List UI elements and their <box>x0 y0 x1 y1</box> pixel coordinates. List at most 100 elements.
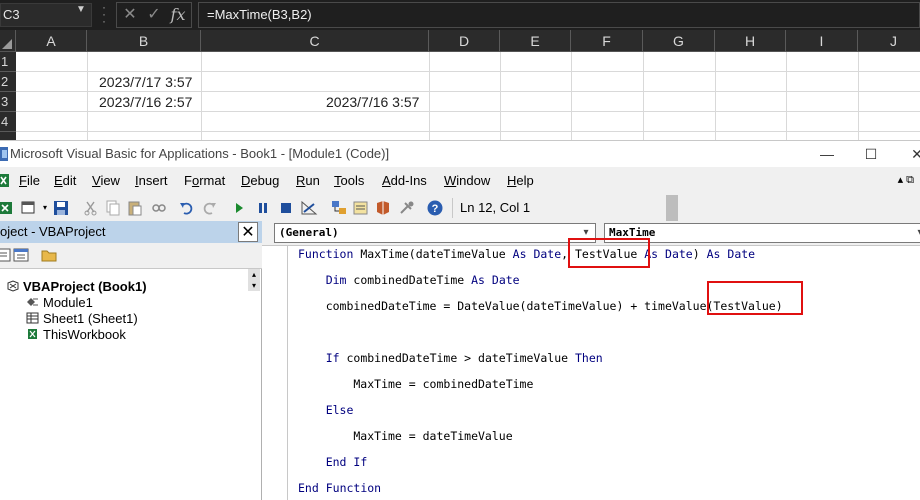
code-margin[interactable] <box>262 246 288 500</box>
highlight-box-argument <box>707 281 803 315</box>
mdi-window-controls[interactable]: ▴ ⧉ <box>898 173 914 187</box>
code-line-8[interactable]: MaxTime = dateTimeValue <box>298 428 512 444</box>
help-icon[interactable]: ? <box>426 199 444 217</box>
standard-toolbar: ▾ ? Ln 12, Col 1 <box>0 195 680 221</box>
cancel-formula-icon[interactable]: ✕ <box>119 5 141 25</box>
menu-help[interactable]: Help <box>507 171 534 191</box>
project-explorer-icon[interactable] <box>330 199 348 217</box>
tree-item-thisworkbook[interactable]: ThisWorkbook <box>26 327 126 343</box>
column-header-i[interactable]: I <box>786 30 858 52</box>
row-headers: 1 2 3 4 <box>0 52 16 140</box>
code-line-5[interactable]: If combinedDateTime > dateTimeValue Then <box>298 350 603 366</box>
formula-input[interactable]: =MaxTime(B3,B2) <box>198 2 920 28</box>
select-all-corner[interactable] <box>0 30 16 52</box>
cell-b2[interactable]: 2023/7/17 3:57 <box>99 72 192 92</box>
formula-bar-buttons: ✕ ✓ fx <box>116 2 192 28</box>
code-line-2[interactable]: Dim combinedDateTime As Date <box>298 272 520 288</box>
cut-icon[interactable] <box>82 199 100 217</box>
menu-window[interactable]: Window <box>444 171 490 191</box>
save-icon[interactable] <box>52 199 70 217</box>
worksheet-icon <box>26 312 39 324</box>
close-button[interactable]: ✕ <box>894 141 920 167</box>
workbook-icon <box>28 329 37 339</box>
column-header-d[interactable]: D <box>429 30 500 52</box>
formula-text: =MaxTime(B3,B2) <box>207 7 312 22</box>
row-header-3[interactable]: 3 <box>0 92 16 112</box>
run-icon[interactable] <box>230 199 248 217</box>
row-header-2[interactable]: 2 <box>0 72 16 92</box>
name-box-dropdown-icon[interactable]: ▼ <box>76 4 86 15</box>
design-mode-icon[interactable] <box>300 199 318 217</box>
toggle-folders-icon[interactable] <box>40 247 58 263</box>
menu-debug[interactable]: Debug <box>241 171 279 191</box>
module-icon <box>27 298 38 306</box>
copy-icon[interactable] <box>104 199 122 217</box>
column-header-j[interactable]: J <box>858 30 920 52</box>
column-header-h[interactable]: H <box>715 30 786 52</box>
code-window: (General) ▾ MaxTime ▾ Function MaxTime(d… <box>262 221 920 500</box>
menu-view[interactable]: View <box>92 171 120 191</box>
break-icon[interactable] <box>254 199 272 217</box>
column-header-e[interactable]: E <box>500 30 571 52</box>
column-header-c[interactable]: C <box>201 30 429 52</box>
toolbox-icon[interactable] <box>398 199 416 217</box>
properties-window-icon[interactable] <box>352 199 370 217</box>
row-header-1[interactable]: 1 <box>0 52 16 72</box>
undo-icon[interactable] <box>178 199 196 217</box>
code-line-1[interactable]: Function MaxTime(dateTimeValue As Date, … <box>298 246 755 262</box>
cell-c3[interactable]: 2023/7/16 3:57 <box>326 92 419 112</box>
redo-icon[interactable] <box>200 199 218 217</box>
toolbar-options-icon[interactable] <box>666 195 678 221</box>
code-line-9[interactable]: End If <box>298 454 368 470</box>
project-explorer-toolbar: ▴ ▾ <box>0 243 262 291</box>
vbe-title-bar[interactable]: Microsoft Visual Basic for Applications … <box>0 141 920 167</box>
procedure-select[interactable]: MaxTime ▾ <box>604 223 920 243</box>
excel-menu-icon[interactable] <box>0 173 10 189</box>
column-header-f[interactable]: F <box>571 30 643 52</box>
name-box-value: C3 <box>3 7 20 22</box>
menu-edit[interactable]: Edit <box>54 171 76 191</box>
enter-formula-icon[interactable]: ✓ <box>143 5 165 25</box>
menu-format[interactable]: Format <box>184 171 225 191</box>
vba-app-icon <box>0 147 8 161</box>
code-line-6[interactable]: MaxTime = combinedDateTime <box>298 376 533 392</box>
tree-root-vbaproject[interactable]: VBAProject (Book1) <box>6 279 147 295</box>
paste-icon[interactable] <box>126 199 144 217</box>
object-select[interactable]: (General) ▾ <box>274 223 596 243</box>
tree-item-module1[interactable]: Module1 <box>26 295 93 311</box>
chevron-down-icon[interactable]: ▾ <box>913 224 920 242</box>
column-header-a[interactable]: A <box>16 30 87 52</box>
menu-run[interactable]: Run <box>296 171 320 191</box>
cursor-position-status: Ln 12, Col 1 <box>452 198 658 218</box>
code-editor[interactable]: Function MaxTime(dateTimeValue As Date, … <box>262 238 920 500</box>
code-line-7[interactable]: Else <box>298 402 354 418</box>
tree-item-sheet1[interactable]: Sheet1 (Sheet1) <box>26 311 138 327</box>
menu-insert[interactable]: Insert <box>135 171 168 191</box>
cell-b3[interactable]: 2023/7/16 2:57 <box>99 92 192 112</box>
find-icon[interactable] <box>150 199 168 217</box>
code-line-10[interactable]: End Function <box>298 480 381 496</box>
project-explorer-scroll-icon[interactable]: ▴ ▾ <box>248 269 260 291</box>
row-header-4[interactable]: 4 <box>0 112 16 132</box>
minimize-button[interactable]: — <box>804 141 850 167</box>
column-header-g[interactable]: G <box>643 30 715 52</box>
view-excel-icon[interactable] <box>0 199 16 217</box>
project-explorer-pane: oject - VBAProject ✕ ▴ ▾ VBAProject (Book… <box>0 221 262 500</box>
project-explorer-title: oject - VBAProject ✕ <box>0 221 262 243</box>
menu-add-ins[interactable]: Add-Ins <box>382 171 427 191</box>
worksheet-grid[interactable]: 2023/7/17 3:57 2023/7/16 2:57 2023/7/16 … <box>16 52 920 140</box>
menu-tools[interactable]: Tools <box>334 171 364 191</box>
menu-bar: File Edit View Insert Format Debug Run T… <box>0 167 920 195</box>
column-header-b[interactable]: B <box>87 30 201 52</box>
view-object-icon[interactable] <box>12 247 30 263</box>
project-explorer-close-button[interactable]: ✕ <box>238 222 258 242</box>
window-title: Microsoft Visual Basic for Applications … <box>10 146 390 161</box>
formula-bar-grip-icon[interactable]: · · · <box>100 1 108 27</box>
insert-function-button[interactable]: fx <box>167 5 189 25</box>
object-browser-icon[interactable] <box>374 199 392 217</box>
object-select-value: (General) <box>279 226 339 239</box>
menu-file[interactable]: File <box>19 171 40 191</box>
reset-icon[interactable] <box>277 199 295 217</box>
maximize-button[interactable]: ☐ <box>848 141 894 167</box>
svg-text:?: ? <box>432 203 439 215</box>
